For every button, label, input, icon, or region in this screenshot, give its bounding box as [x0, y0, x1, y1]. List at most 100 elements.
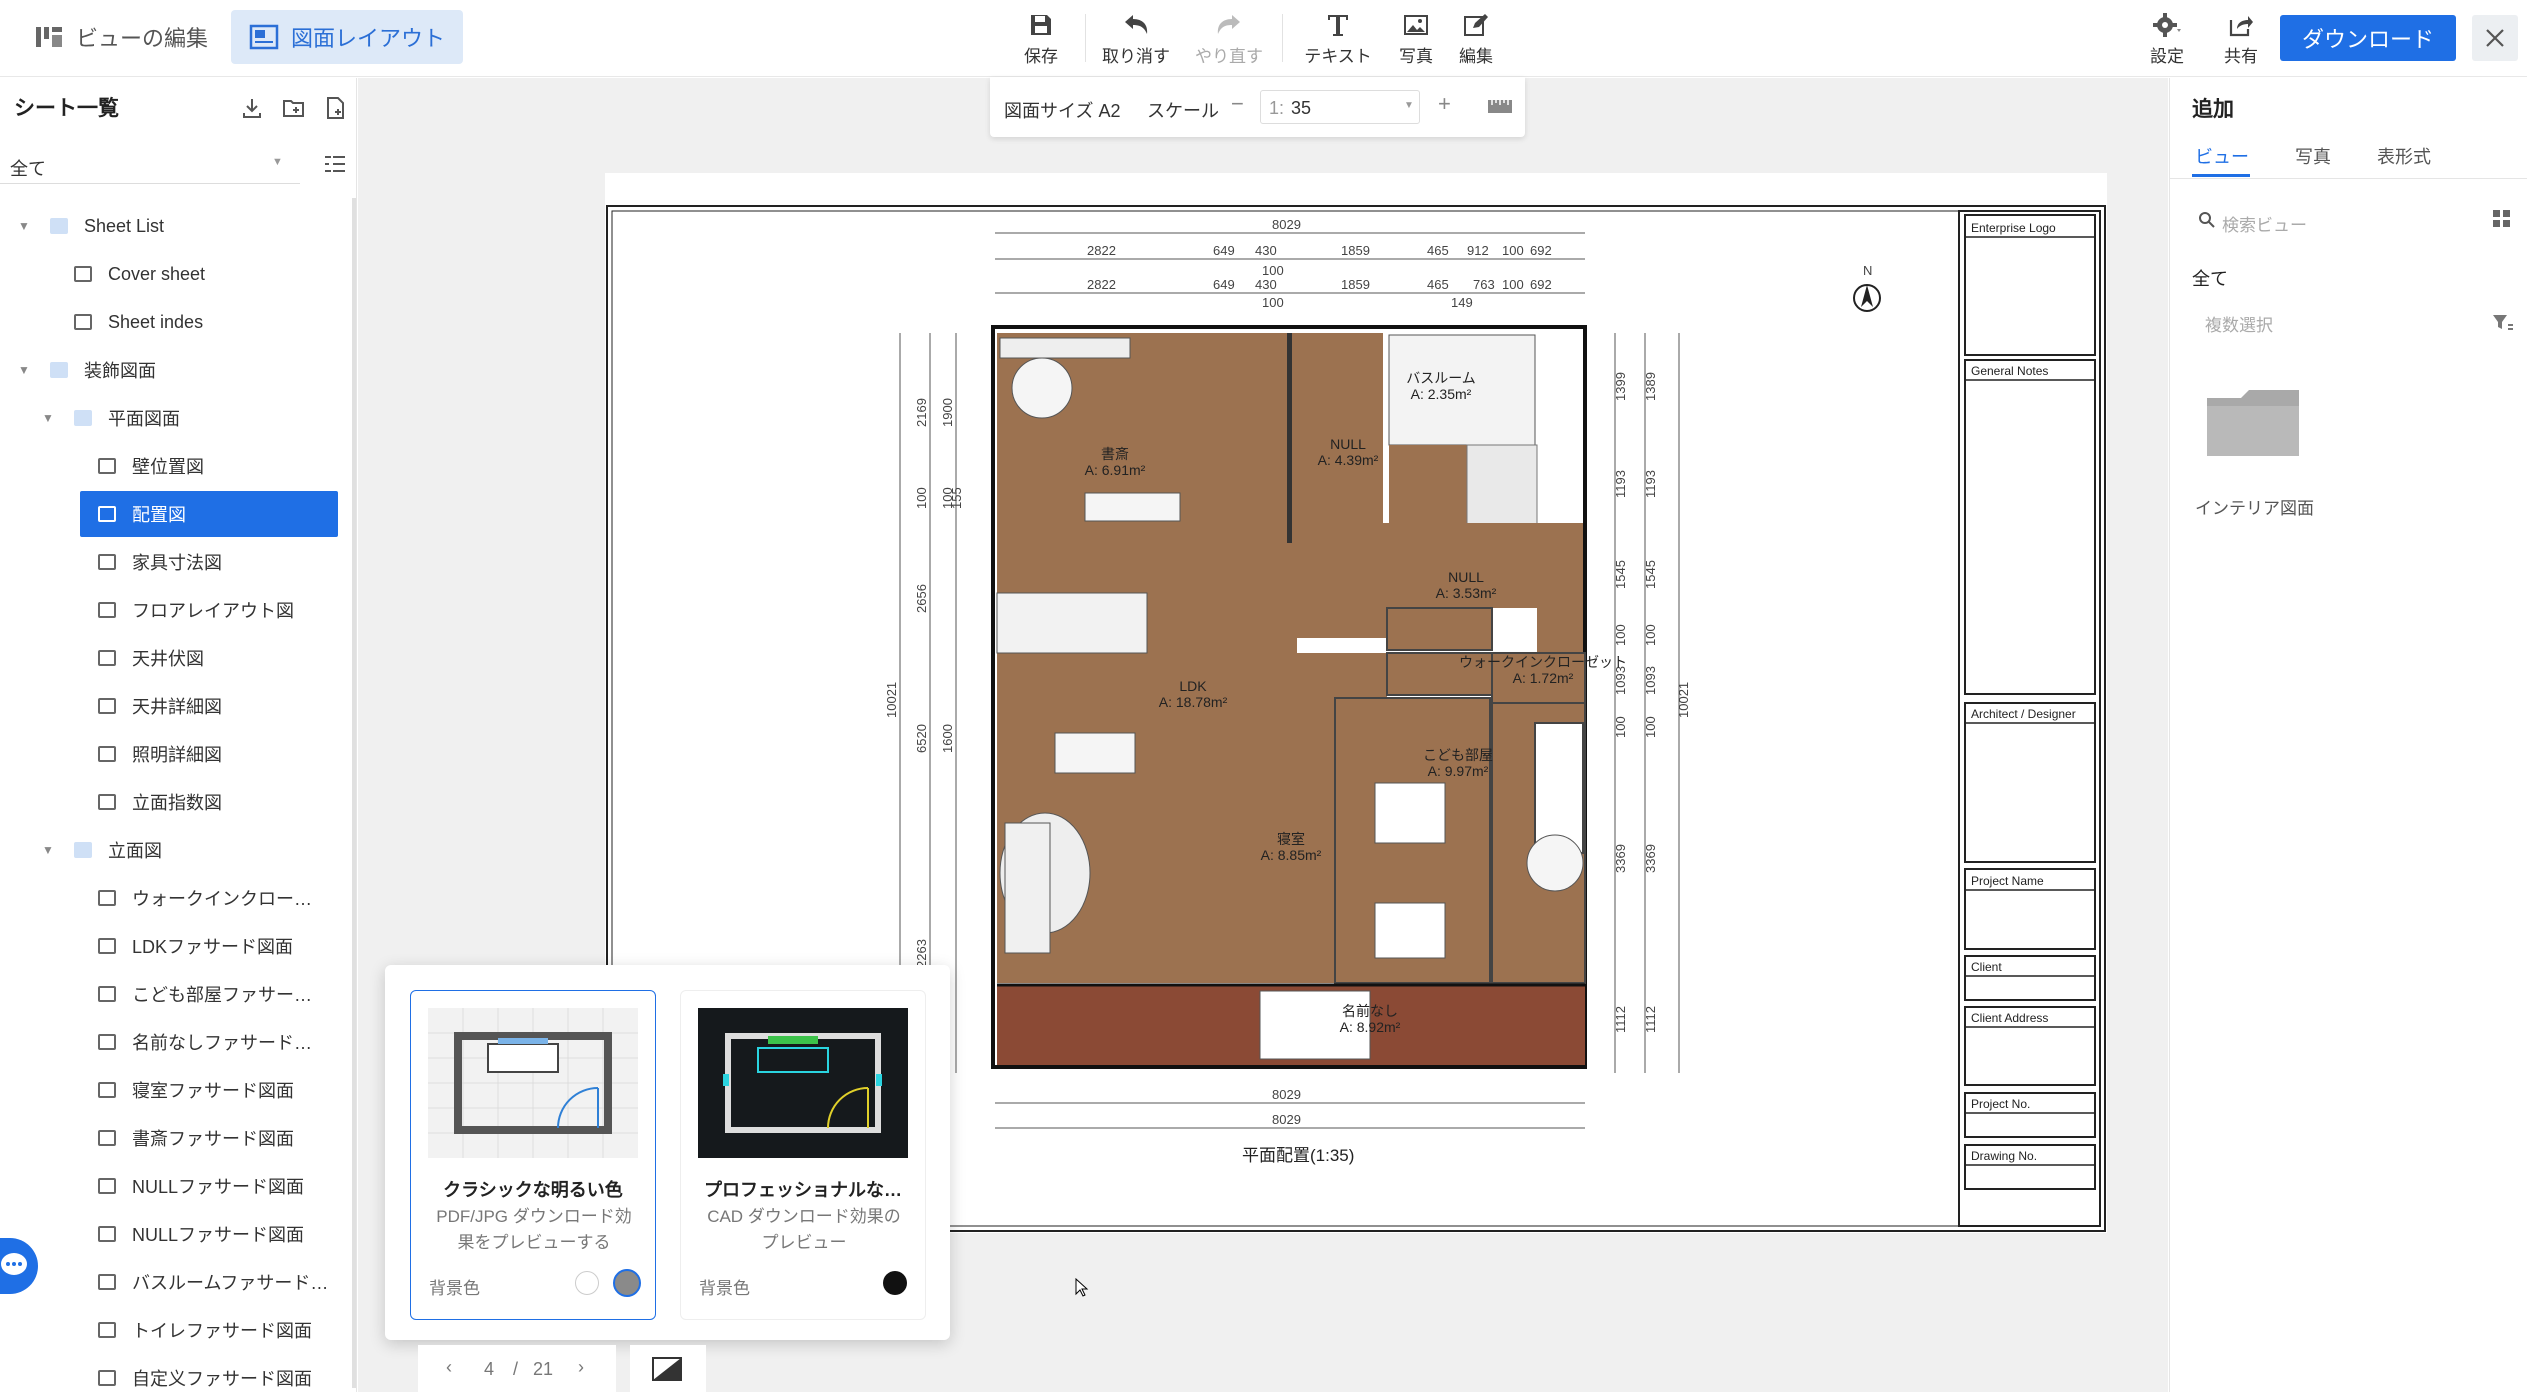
list-options-icon[interactable] [323, 154, 347, 176]
sheet-icon [98, 554, 116, 570]
style-card-classic-bg-label: 背景色 [429, 1279, 480, 1298]
undo-button[interactable]: 取り消す [1090, 8, 1182, 67]
tree-item-label: こども部屋ファサー… [132, 985, 312, 1005]
svg-text:2169: 2169 [914, 398, 929, 427]
bg-color-white-swatch[interactable] [575, 1271, 599, 1295]
tree-sheet-item[interactable]: トイレファサード図面 [0, 1307, 340, 1353]
tree-item-label: 書斎ファサード図面 [132, 1129, 294, 1149]
style-card-professional-title: プロフェッショナルな… [704, 1180, 902, 1200]
tree-sheet-item[interactable]: Sheet indes [0, 299, 340, 345]
svg-text:N: N [1863, 263, 1872, 278]
scale-toolbar: 図面サイズ A2 スケール − 1: 35 ▼ + [990, 77, 1525, 137]
tree-sheet-item[interactable]: Cover sheet [0, 251, 340, 297]
next-page-button[interactable]: › [578, 1357, 584, 1378]
tree-item-label: NULLファサード図面 [132, 1177, 305, 1197]
download-button[interactable]: ダウンロード [2280, 15, 2456, 61]
paper-size-label[interactable]: 図面サイズ A2 [1004, 97, 1120, 123]
tree-sheet-item[interactable]: 天井詳細図 [0, 683, 340, 729]
redo-button[interactable]: やり直す [1183, 8, 1275, 67]
sheet-filter-select[interactable]: 全て ▼ [0, 146, 300, 184]
tab-view[interactable]: ビュー [2195, 143, 2249, 169]
folder-icon [50, 362, 68, 378]
tab-edit-view[interactable]: ビューの編集 [16, 10, 226, 64]
tree-sheet-item[interactable]: バスルームファサード… [0, 1259, 340, 1305]
tree-sheet-item[interactable]: 家具寸法図 [0, 539, 340, 585]
prev-page-button[interactable]: ‹ [446, 1357, 452, 1378]
chevron-down-icon[interactable]: ▼ [18, 363, 30, 377]
tree-sheet-item[interactable]: 寝室ファサード図面 [0, 1067, 340, 1113]
sidebar-scrollbar[interactable] [352, 198, 356, 1388]
import-icon[interactable] [240, 96, 264, 120]
view-search-input[interactable]: 検索ビュー [2192, 203, 2462, 239]
svg-text:1600: 1600 [940, 724, 955, 753]
style-card-classic[interactable]: クラシックな明るい色 PDF/JPG ダウンロード効 果をプレビューする 背景色 [410, 990, 656, 1320]
svg-text:1093: 1093 [1643, 666, 1658, 695]
tree-sheet-item[interactable]: こども部屋ファサー… [0, 971, 340, 1017]
theme-toggle-button[interactable] [630, 1345, 706, 1392]
scale-decrease-button[interactable]: − [1231, 91, 1244, 117]
tree-sheet-item[interactable]: NULLファサード図面 [0, 1211, 340, 1257]
chat-icon [1, 1253, 27, 1275]
sheet-icon [98, 698, 116, 714]
tree-sheet-item[interactable]: 天井伏図 [0, 635, 340, 681]
add-sheet-icon[interactable] [324, 96, 348, 120]
tree-sheet-item[interactable]: 配置図 [80, 491, 338, 537]
filter-all-label[interactable]: 全て [2192, 265, 2228, 291]
sheet-icon [98, 1274, 116, 1290]
tree-folder[interactable]: ▼ 装飾図面 [0, 347, 340, 393]
current-page[interactable]: 4 [484, 1359, 494, 1380]
svg-text:649: 649 [1213, 243, 1235, 258]
svg-text:NULL: NULL [1330, 436, 1366, 452]
tree-sheet-item[interactable]: 名前なしファサード… [0, 1019, 340, 1065]
image-icon [1404, 15, 1428, 35]
bg-color-black-swatch[interactable] [883, 1271, 907, 1295]
tab-sheet-layout[interactable]: 図面レイアウト [231, 10, 464, 64]
tree-sheet-item[interactable]: 自定义ファサード図面 [0, 1355, 340, 1392]
tab-photo[interactable]: 写真 [2295, 143, 2331, 169]
tree-sheet-item[interactable]: 照明詳細図 [0, 731, 340, 777]
close-button[interactable] [2472, 15, 2518, 61]
tree-item-label: 家具寸法図 [132, 553, 222, 573]
tree-sheet-item[interactable]: NULLファサード図面 [0, 1163, 340, 1209]
share-button[interactable]: 共有 [2196, 8, 2286, 67]
tree-sheet-item[interactable]: フロアレイアウト図 [0, 587, 340, 633]
scale-input[interactable]: 1: 35 ▼ [1260, 90, 1420, 124]
chevron-down-icon[interactable]: ▼ [42, 411, 54, 425]
bg-color-gray-swatch[interactable] [613, 1269, 641, 1297]
svg-text:LDK: LDK [1179, 678, 1207, 694]
tree-item-label: Cover sheet [108, 263, 206, 284]
tree-sheet-item[interactable]: ウォークインクロー… [0, 875, 340, 921]
tree-folder[interactable]: ▼ 立面図 [0, 827, 340, 873]
filter-icon[interactable] [2492, 314, 2514, 332]
interior-drawing-folder[interactable]: インテリア図面 [2195, 378, 2315, 518]
save-button[interactable]: 保存 [995, 8, 1087, 67]
sheet-icon [98, 1226, 116, 1242]
tree-folder[interactable]: ▼ Sheet List [0, 203, 340, 249]
edit-tool-button[interactable]: 編集 [1430, 8, 1522, 67]
tree-sheet-item[interactable]: LDKファサード図面 [0, 923, 340, 969]
add-panel: 追加 ビュー 写真 表形式 検索ビュー 全て 複数選択 インテリア図面 [2169, 78, 2527, 1392]
tree-sheet-item[interactable]: 壁位置図 [0, 443, 340, 489]
tab-table[interactable]: 表形式 [2377, 143, 2431, 169]
tree-sheet-item[interactable]: 立面指数図 [0, 779, 340, 825]
chevron-down-icon[interactable]: ▼ [42, 843, 54, 857]
sheet-icon [98, 1130, 116, 1146]
svg-text:寝室: 寝室 [1277, 831, 1305, 847]
folder-icon [2207, 390, 2299, 456]
style-card-professional[interactable]: プロフェッショナルな… CAD ダウンロード効果の プレビュー 背景色 [680, 990, 926, 1320]
add-folder-icon[interactable] [282, 96, 306, 120]
tree-sheet-item[interactable]: 書斎ファサード図面 [0, 1115, 340, 1161]
chevron-down-icon[interactable]: ▼ [18, 219, 30, 233]
undo-icon [1125, 15, 1148, 34]
svg-text:10021: 10021 [1676, 682, 1691, 718]
ruler-icon[interactable] [1487, 95, 1513, 117]
svg-text:100: 100 [1643, 716, 1658, 738]
text-icon [1328, 15, 1348, 36]
scale-increase-button[interactable]: + [1438, 91, 1451, 117]
svg-text:1859: 1859 [1341, 243, 1370, 258]
svg-text:10021: 10021 [884, 682, 899, 718]
svg-text:2656: 2656 [914, 584, 929, 613]
multi-select-label[interactable]: 複数選択 [2205, 311, 2273, 336]
tree-folder[interactable]: ▼ 平面図面 [0, 395, 340, 441]
grid-view-icon[interactable] [2492, 209, 2512, 229]
